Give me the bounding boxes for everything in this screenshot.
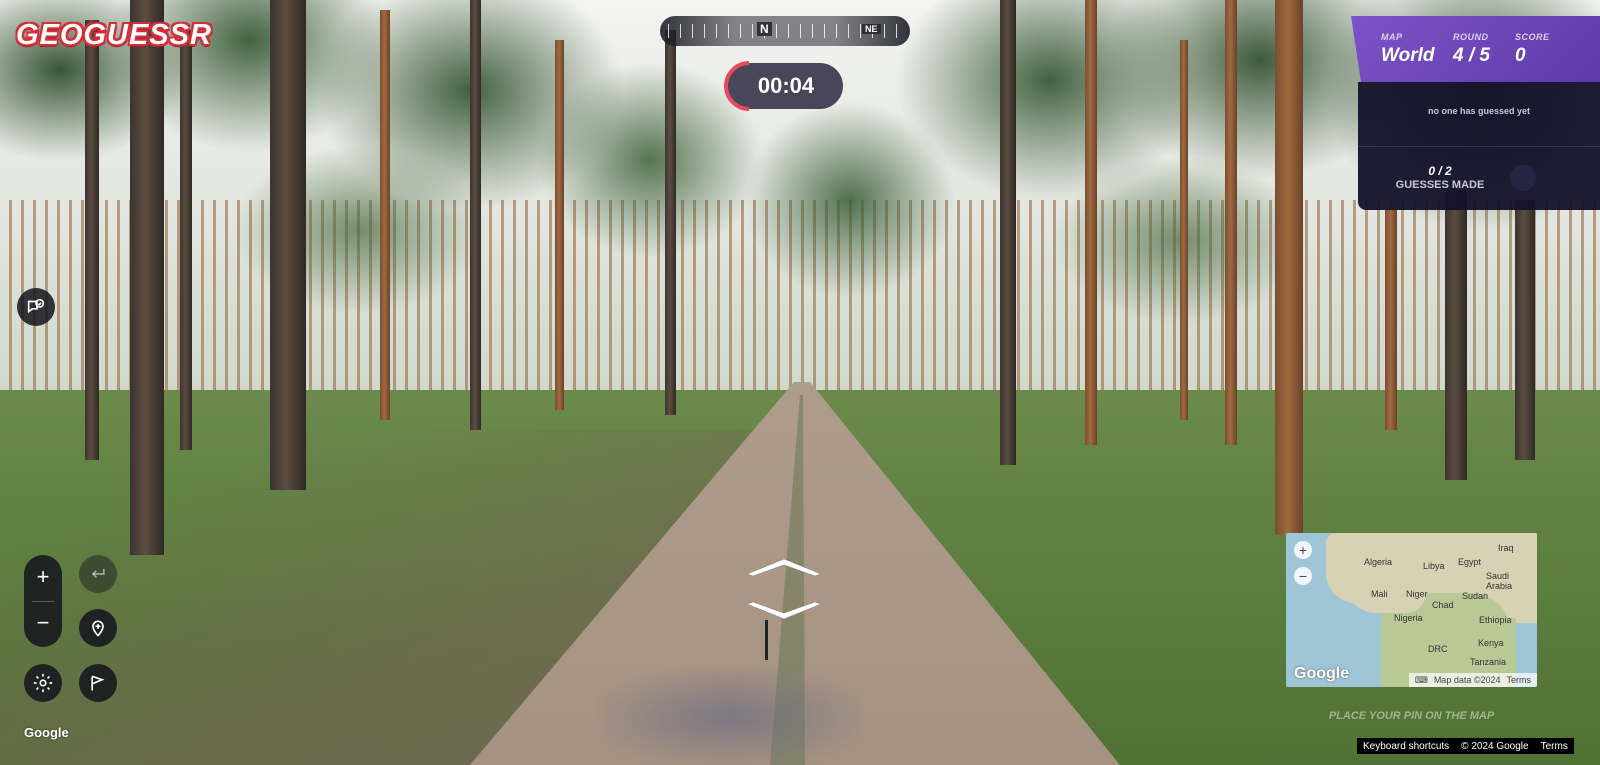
tree-trunk — [1275, 0, 1303, 535]
map-label-country: Sudan — [1462, 591, 1489, 601]
zoom-out-button[interactable]: − — [24, 603, 62, 643]
guess-avatar-placeholder — [1510, 165, 1536, 191]
terms-link[interactable]: Terms — [1535, 741, 1574, 752]
google-watermark: Google — [24, 725, 69, 740]
settings-button[interactable] — [24, 664, 62, 702]
guesses-label: GUESSES MADE — [1395, 179, 1485, 191]
map-label-country: Ethiopia — [1479, 615, 1512, 625]
tree-trunk — [1085, 0, 1097, 445]
tree-trunk — [1180, 40, 1188, 420]
attribution-bar: Keyboard shortcuts © 2024 Google Terms — [1357, 738, 1574, 754]
return-to-start-button[interactable] — [79, 555, 117, 593]
tree-trunk — [665, 30, 676, 415]
geoguessr-logo[interactable]: GEOGUESSR — [16, 18, 212, 52]
stat-round-label: ROUND — [1453, 32, 1489, 42]
map-label-country: Iraq — [1498, 543, 1514, 553]
logo-text: GEOGUESSR — [16, 18, 212, 51]
tree-trunk — [470, 0, 481, 430]
zoom-control: + − — [24, 555, 62, 647]
game-status-body: no one has guessed yet 0 / 2 GUESSES MAD… — [1358, 82, 1600, 210]
tree-trunk — [180, 30, 192, 450]
camera-car-blur — [600, 670, 860, 765]
map-label-country: Mali — [1371, 589, 1388, 599]
stat-map-value: World — [1381, 45, 1435, 66]
place-pin-button[interactable] — [79, 609, 117, 647]
tree-trunk — [1515, 200, 1535, 460]
keyboard-shortcuts-link[interactable]: Keyboard shortcuts — [1357, 741, 1455, 752]
zoom-separator — [32, 601, 54, 602]
guess-status-message: no one has guessed yet — [1427, 106, 1531, 116]
stat-map-label: MAP — [1381, 32, 1403, 42]
zoom-in-button[interactable]: + — [24, 557, 62, 597]
tree-trunk — [130, 0, 164, 555]
map-label-country: Nigeria — [1394, 613, 1423, 623]
minimap-terms-link[interactable]: Terms — [1507, 675, 1532, 685]
compass-label-ne: NE — [862, 24, 881, 34]
stat-map: MAP World — [1381, 32, 1434, 67]
tree-trunk — [555, 40, 564, 410]
flag-button[interactable] — [79, 664, 117, 702]
chat-button[interactable] — [17, 288, 55, 326]
stat-score-value: 0 — [1515, 45, 1526, 66]
move-backward-arrow[interactable] — [745, 600, 823, 622]
guesses-count: 0 / 2 — [1428, 164, 1452, 178]
minimap-zoom-out-button[interactable]: − — [1294, 567, 1312, 585]
stat-round: ROUND 4 / 5 — [1453, 32, 1490, 67]
compass-label-n: N — [757, 22, 772, 36]
map-label-country: Chad — [1432, 600, 1454, 610]
keyboard-icon[interactable]: ⌨ — [1415, 675, 1428, 686]
guess-minimap[interactable]: + − Iraq Algeria Libya Egypt Saudi Arabi… — [1286, 533, 1537, 687]
nav-arrow-post — [765, 620, 768, 660]
gear-icon — [33, 673, 53, 693]
flag-icon — [91, 675, 105, 691]
map-label-country: Saudi Arabia — [1486, 571, 1513, 591]
stat-score-label: SCORE — [1515, 32, 1550, 42]
minimap-zoom-in-button[interactable]: + — [1294, 541, 1312, 559]
minimap-map-data: Map data ©2024 — [1433, 675, 1501, 685]
place-pin-prompt: PLACE YOUR PIN ON THE MAP — [1328, 710, 1495, 722]
tree-trunk — [270, 0, 306, 490]
map-label-country: Kenya — [1478, 638, 1504, 648]
map-label-country: DRC — [1428, 644, 1448, 654]
map-label-country: Niger — [1406, 589, 1428, 599]
return-arrow-icon — [91, 569, 105, 578]
tree-trunk — [1445, 190, 1467, 480]
stat-round-value: 4 / 5 — [1453, 45, 1490, 66]
minimap-footer: ⌨ Map data ©2024 Terms — [1408, 673, 1537, 687]
tree-trunk — [1000, 0, 1016, 465]
minimap-google-logo: Google — [1294, 665, 1350, 682]
map-label-country: Libya — [1423, 561, 1445, 571]
copyright-text: © 2024 Google — [1461, 740, 1529, 752]
add-pin-icon — [92, 620, 104, 637]
move-forward-arrow[interactable] — [745, 556, 823, 578]
game-status-header: MAP World ROUND 4 / 5 SCORE 0 — [1351, 16, 1600, 82]
compass: N NE — [660, 16, 910, 46]
map-label-country: Egypt — [1458, 557, 1482, 567]
tree-trunk — [1385, 210, 1397, 430]
tree-trunk — [85, 20, 99, 460]
stat-score: SCORE 0 — [1515, 32, 1550, 67]
map-label-country: Algeria — [1364, 557, 1393, 567]
tree-trunk — [380, 10, 390, 420]
tree-trunk — [1225, 0, 1237, 445]
map-label-country: Tanzania — [1470, 657, 1507, 667]
status-divider — [1358, 146, 1600, 147]
chat-icon — [27, 298, 45, 314]
